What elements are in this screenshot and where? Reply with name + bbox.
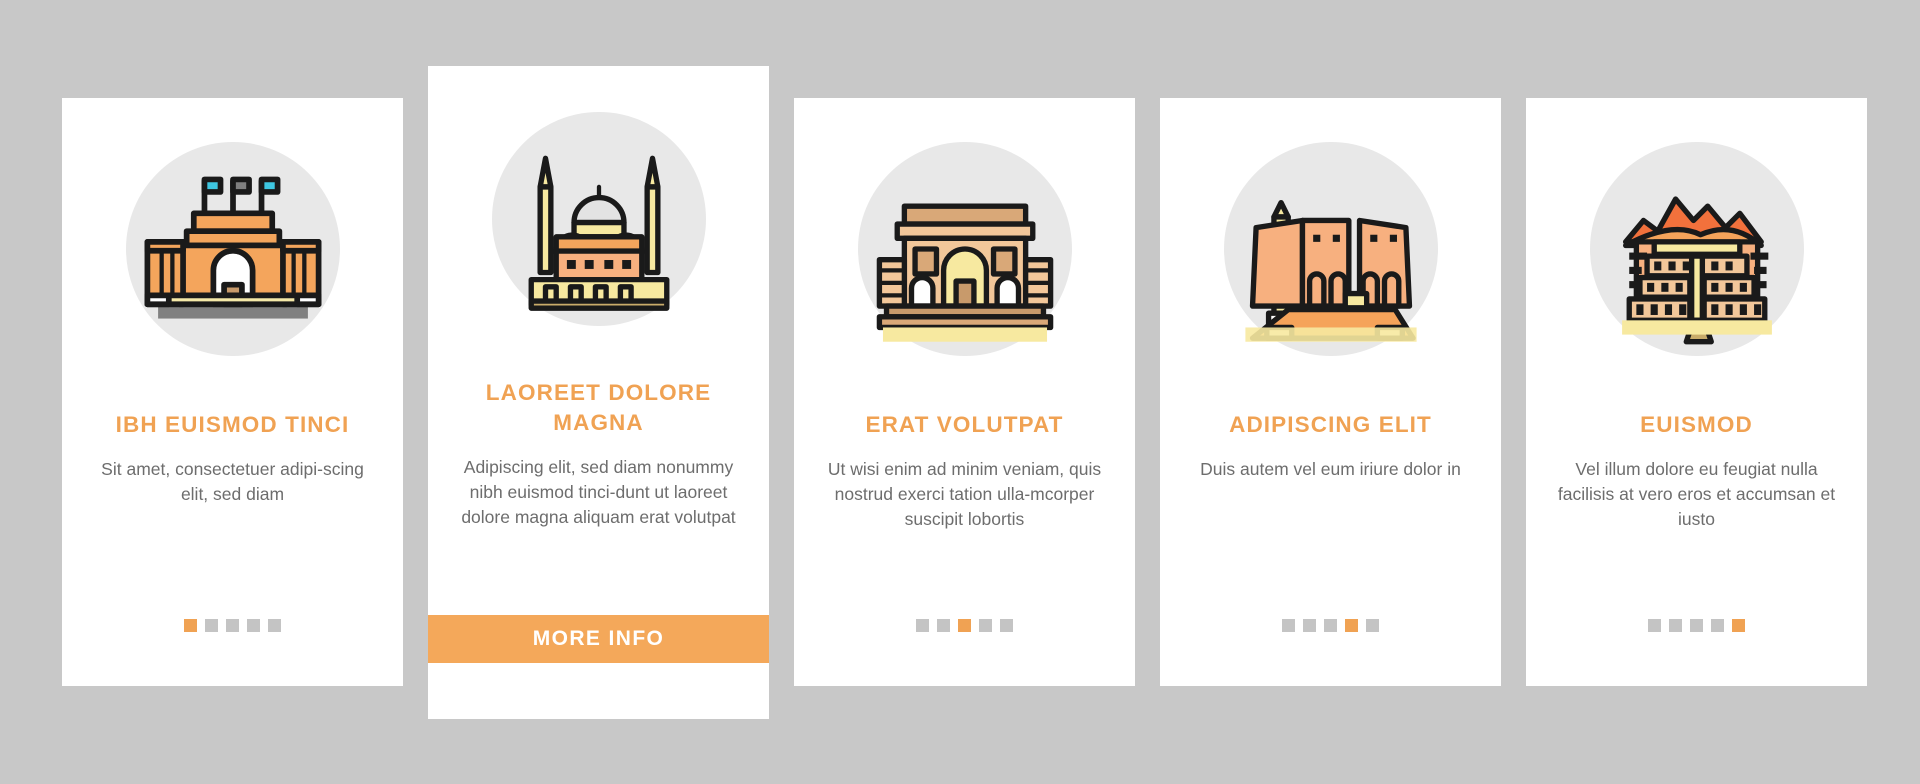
icon-container-2 bbox=[491, 112, 706, 326]
pagination-dot[interactable] bbox=[1732, 619, 1745, 632]
pagination-dot[interactable] bbox=[1000, 619, 1013, 632]
pagination-dot[interactable] bbox=[247, 619, 260, 632]
card-title: ADIPISCING ELIT bbox=[1229, 412, 1432, 437]
pagination-dot[interactable] bbox=[1711, 619, 1724, 632]
card-body-text: Adipiscing elit, sed diam nonummy nibh e… bbox=[461, 456, 736, 527]
more-info-button[interactable]: MORE INFO bbox=[428, 615, 769, 663]
card-body-text: Ut wisi enim ad minim veniam, quis nostr… bbox=[827, 458, 1102, 529]
pagination-dot[interactable] bbox=[1282, 619, 1295, 632]
pagination-dot[interactable] bbox=[979, 619, 992, 632]
pagination-dot[interactable] bbox=[268, 619, 281, 632]
onboarding-card-3[interactable]: ERAT VOLUTPAT Ut wisi enim ad minim veni… bbox=[794, 98, 1135, 686]
potala-palace-mountain-icon bbox=[1621, 196, 1772, 345]
pagination-dot[interactable] bbox=[937, 619, 950, 632]
card-body-text: Duis autem vel eum iriure dolor in bbox=[1200, 458, 1461, 479]
card-title: EUISMOD bbox=[1640, 412, 1753, 437]
card-title: IBH EUISMOD TINCI bbox=[115, 412, 350, 437]
pagination-dots[interactable] bbox=[1526, 619, 1867, 632]
pagination-dots[interactable] bbox=[62, 619, 403, 632]
pagination-dot[interactable] bbox=[916, 619, 929, 632]
card-title: LAOREET DOLORE MAGNA bbox=[485, 380, 712, 435]
pagination-dot[interactable] bbox=[1366, 619, 1379, 632]
pagination-dot[interactable] bbox=[1303, 619, 1316, 632]
pagination-dots[interactable] bbox=[1160, 619, 1501, 632]
pagination-dot[interactable] bbox=[184, 619, 197, 632]
mosque-with-minarets-icon bbox=[528, 155, 669, 311]
pagination-dot[interactable] bbox=[1345, 619, 1358, 632]
arc-de-triomphe-icon bbox=[876, 203, 1053, 342]
egyptian-temple-obelisk-icon bbox=[1244, 199, 1417, 342]
onboarding-card-2[interactable]: LAOREET DOLORE MAGNA Adipiscing elit, se… bbox=[428, 66, 769, 719]
icon-container-1 bbox=[125, 142, 340, 356]
pagination-dot[interactable] bbox=[226, 619, 239, 632]
pagination-dot[interactable] bbox=[958, 619, 971, 632]
icon-container-5 bbox=[1589, 142, 1804, 356]
pagination-dot[interactable] bbox=[205, 619, 218, 632]
pagination-dot[interactable] bbox=[1690, 619, 1703, 632]
onboarding-screens-container: IBH EUISMOD TINCI Sit amet, consectetuer… bbox=[0, 0, 1920, 784]
pagination-dot[interactable] bbox=[1648, 619, 1661, 632]
card-body-text: Sit amet, consectetuer adipi-scing elit,… bbox=[101, 458, 364, 504]
onboarding-card-5[interactable]: EUISMOD Vel illum dolore eu feugiat null… bbox=[1526, 98, 1867, 686]
pagination-dot[interactable] bbox=[1324, 619, 1337, 632]
pagination-dots[interactable] bbox=[794, 619, 1135, 632]
icon-container-4 bbox=[1223, 142, 1438, 356]
card-title: ERAT VOLUTPAT bbox=[865, 412, 1064, 437]
icon-container-3 bbox=[857, 142, 1072, 356]
triumphal-arch-building-icon bbox=[144, 176, 321, 319]
onboarding-card-1[interactable]: IBH EUISMOD TINCI Sit amet, consectetuer… bbox=[62, 98, 403, 686]
onboarding-card-4[interactable]: ADIPISCING ELIT Duis autem vel eum iriur… bbox=[1160, 98, 1501, 686]
card-body-text: Vel illum dolore eu feugiat nulla facili… bbox=[1557, 458, 1836, 529]
pagination-dot[interactable] bbox=[1669, 619, 1682, 632]
